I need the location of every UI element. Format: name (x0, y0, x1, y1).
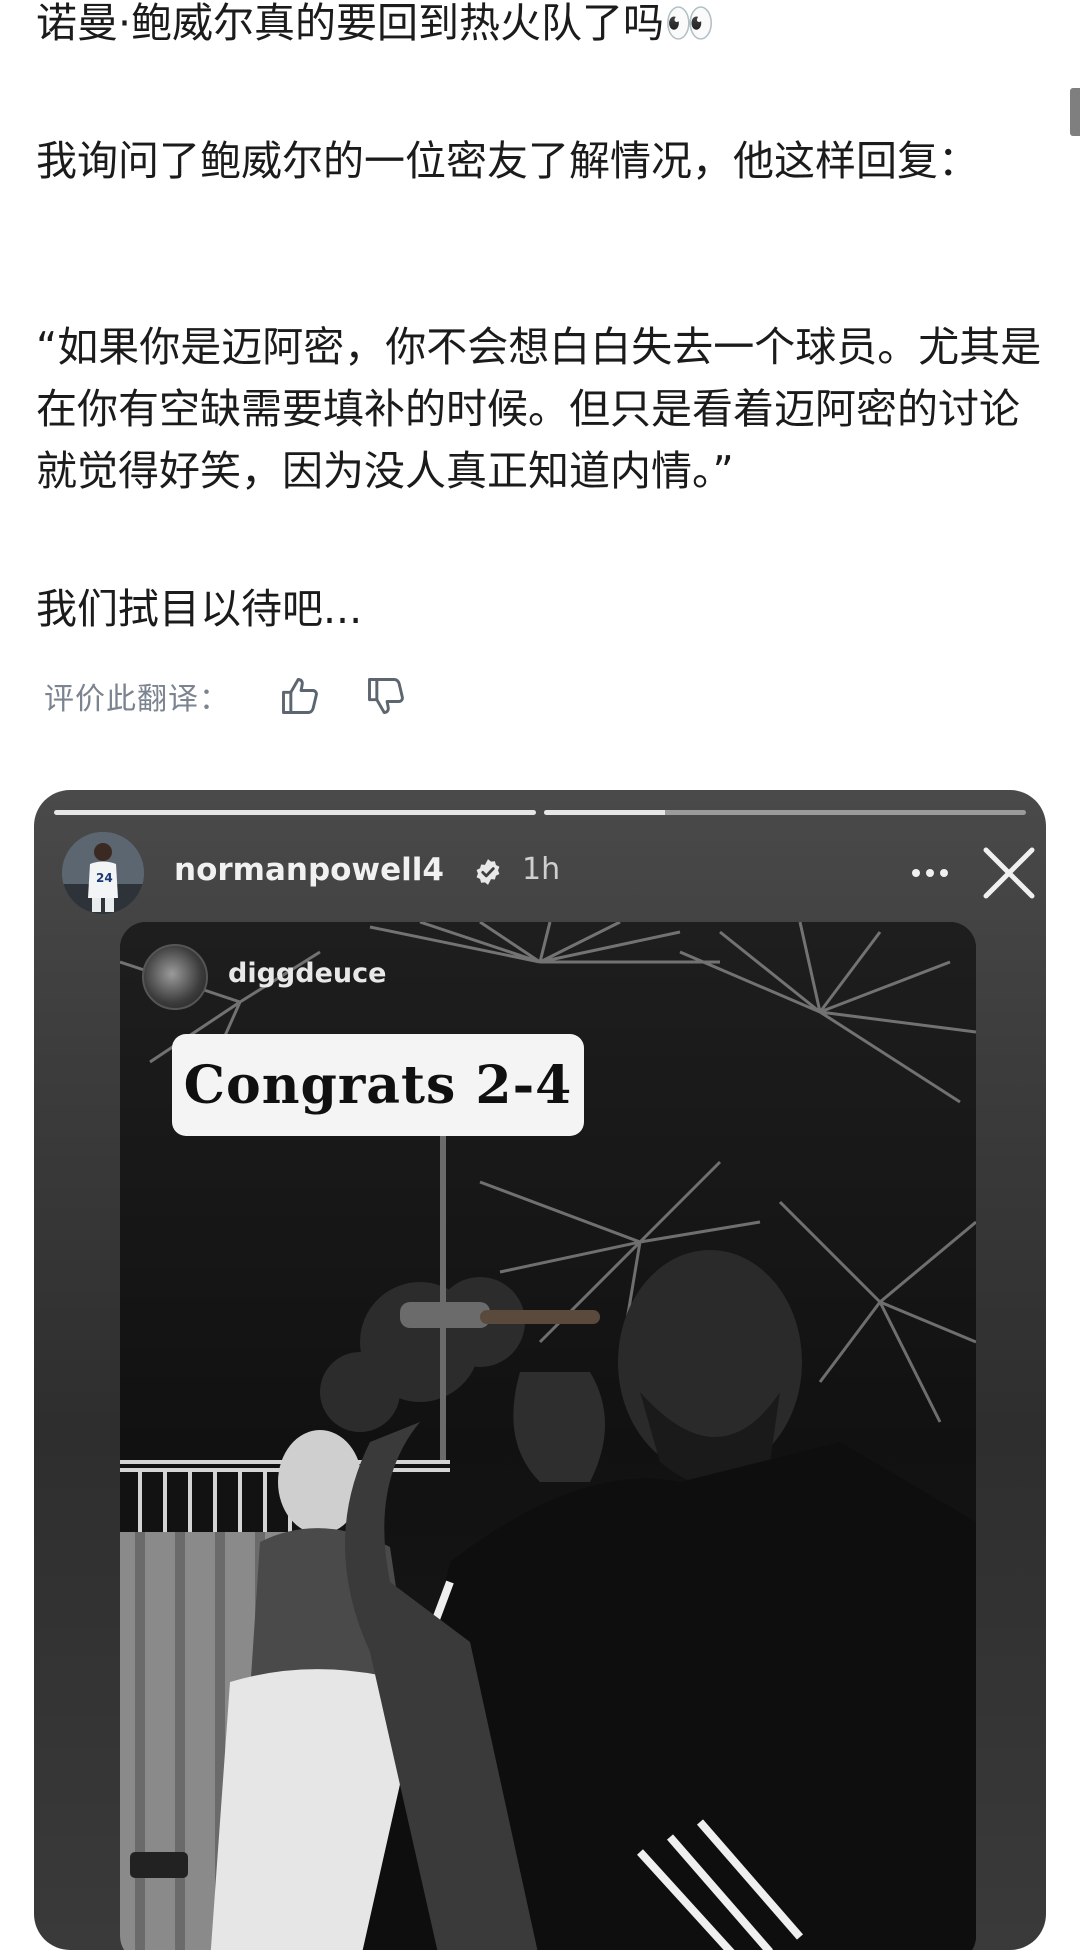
story-progress-bar-2 (544, 810, 1026, 815)
close-button[interactable] (974, 838, 1044, 908)
more-dots-icon (912, 869, 948, 877)
svg-text:24: 24 (96, 871, 113, 885)
shared-post-username[interactable]: diggdeuce (228, 958, 386, 989)
post-text-closing: 我们拭目以待吧... (36, 585, 363, 633)
more-options-button[interactable] (898, 844, 962, 902)
avatar[interactable]: 24 (62, 832, 144, 914)
story-username[interactable]: normanpowell4 (174, 852, 444, 888)
post-text-intro: 我询问了鲍威尔的一位密友了解情况，他这样回复： (36, 137, 979, 185)
thumbs-up-button[interactable] (270, 668, 330, 724)
close-icon (983, 847, 1035, 899)
thumbs-down-icon (368, 678, 404, 714)
shared-post-photo[interactable]: diggdeuce Congrats 2-4 (120, 922, 976, 1950)
story-timestamp: 1h (522, 852, 561, 887)
verified-badge-icon (476, 859, 500, 885)
post-text-quote: “如果你是迈阿密，你不会想白白失去一个球员。尤其是在你有空缺需要填补的时候。但只… (36, 323, 1042, 495)
rating-label: 评价此翻译： (44, 682, 230, 717)
story-progress-bar-1 (54, 810, 536, 815)
thumbs-down-button[interactable] (356, 668, 416, 724)
story-header: 24 normanpowell4 1h (62, 832, 1035, 914)
instagram-story-screenshot: 24 normanpowell4 1h diggdeuce Congrats 2… (34, 790, 1046, 1950)
thumbs-up-icon (282, 678, 318, 714)
scrollbar[interactable] (1070, 88, 1080, 136)
post-text-title: 诺曼·鲍威尔真的要回到热火队了吗👀 (36, 0, 716, 47)
congrats-sticker: Congrats 2-4 (172, 1034, 584, 1136)
shared-post-avatar[interactable] (142, 944, 208, 1010)
sticker-text: Congrats 2-4 (183, 1054, 573, 1116)
translation-rating-row: 评价此翻译： (44, 668, 416, 724)
